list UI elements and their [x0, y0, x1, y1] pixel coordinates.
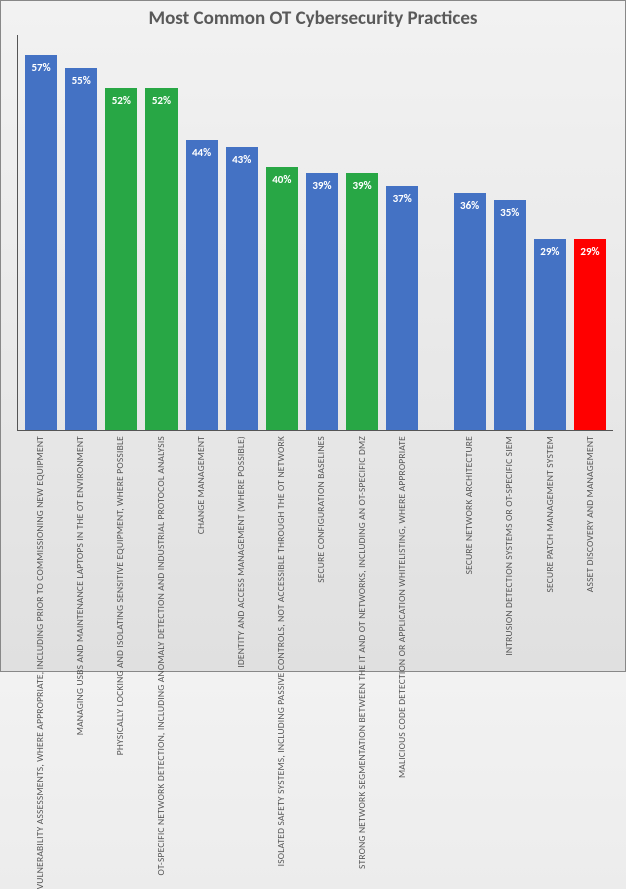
bar-value-label: 52% — [112, 88, 131, 107]
x-axis-category-label: MALICIOUS CODE DETECTION OR APPLICATION … — [396, 436, 408, 778]
bar-value-label: 43% — [232, 147, 251, 166]
chart-bar: 35% — [494, 200, 526, 430]
bar-value-label: 57% — [31, 55, 50, 74]
chart-bar: 29% — [574, 239, 606, 430]
bar-value-label: 55% — [72, 68, 91, 87]
x-axis-category-label: SECURE CONFIGURATION BASELINES — [315, 436, 327, 583]
chart-title: Most Common OT Cybersecurity Practices — [1, 1, 625, 34]
chart-bar: 52% — [105, 88, 137, 430]
chart-bar: 44% — [186, 140, 218, 430]
chart-bar: 43% — [226, 147, 258, 430]
chart-bar: 52% — [145, 88, 177, 430]
x-axis-category-label: VULNERABILITY ASSESSMENTS, WHERE APPROPR… — [34, 436, 46, 889]
x-axis-category-label: ASSET DISCOVERY AND MANAGEMENT — [584, 436, 596, 592]
x-axis-category-label: STRONG NETWORK SEGMENTATION BETWEEN THE … — [356, 436, 368, 869]
x-axis-category-label: SECURE NETWORK ARCHITECTURE — [463, 436, 475, 574]
bar-value-label: 52% — [152, 88, 171, 107]
x-axis-category-label: CHANGE MANAGEMENT — [195, 436, 207, 534]
x-axis-category-label: PHYSICALLY LOCKING AND ISOLATING SENSITI… — [114, 436, 126, 755]
x-axis-category-label: IDENTITY AND ACCESS MANAGEMENT (WHERE PO… — [235, 436, 247, 668]
chart-bar: 57% — [25, 55, 57, 430]
bar-value-label: 36% — [460, 193, 479, 212]
bar-value-label: 44% — [192, 140, 211, 159]
chart-x-axis-labels: VULNERABILITY ASSESSMENTS, WHERE APPROPR… — [17, 433, 613, 665]
bar-value-label: 39% — [312, 173, 331, 192]
x-axis-category-label: OT-SPECIFIC NETWORK DETECTION, INCLUDING… — [155, 436, 167, 875]
chart-bar: 40% — [266, 167, 298, 430]
x-axis-category-label: INTRUSION DETECTION SYSTEMS OR OT-SPECIF… — [503, 436, 515, 656]
bar-value-label: 39% — [352, 173, 371, 192]
chart-bar: 36% — [454, 193, 486, 430]
chart-bar: 37% — [386, 186, 418, 430]
chart-bar: 39% — [306, 173, 338, 430]
x-axis-category-label: SECURE PATCH MANAGEMENT SYSTEM — [544, 436, 556, 593]
chart-plot-area: 57% 55% 52% 52% 44% 43% 40% 39% 39% 37% 36% 35% 29% 2… — [17, 35, 613, 431]
x-axis-category-label: ISOLATED SAFETY SYSTEMS, INCLUDING PASSI… — [275, 436, 287, 866]
chart-bar: 29% — [534, 239, 566, 430]
chart-bar: 55% — [65, 68, 97, 430]
bar-value-label: 37% — [393, 186, 412, 205]
bar-value-label: 40% — [272, 167, 291, 186]
chart-bar: 39% — [346, 173, 378, 430]
x-axis-category-label: MANAGING USBS AND MAINTENANCE LAPTOPS IN… — [74, 436, 86, 735]
bar-value-label: 29% — [540, 239, 559, 258]
bar-value-label: 35% — [500, 200, 519, 219]
bar-value-label: 29% — [580, 239, 599, 258]
